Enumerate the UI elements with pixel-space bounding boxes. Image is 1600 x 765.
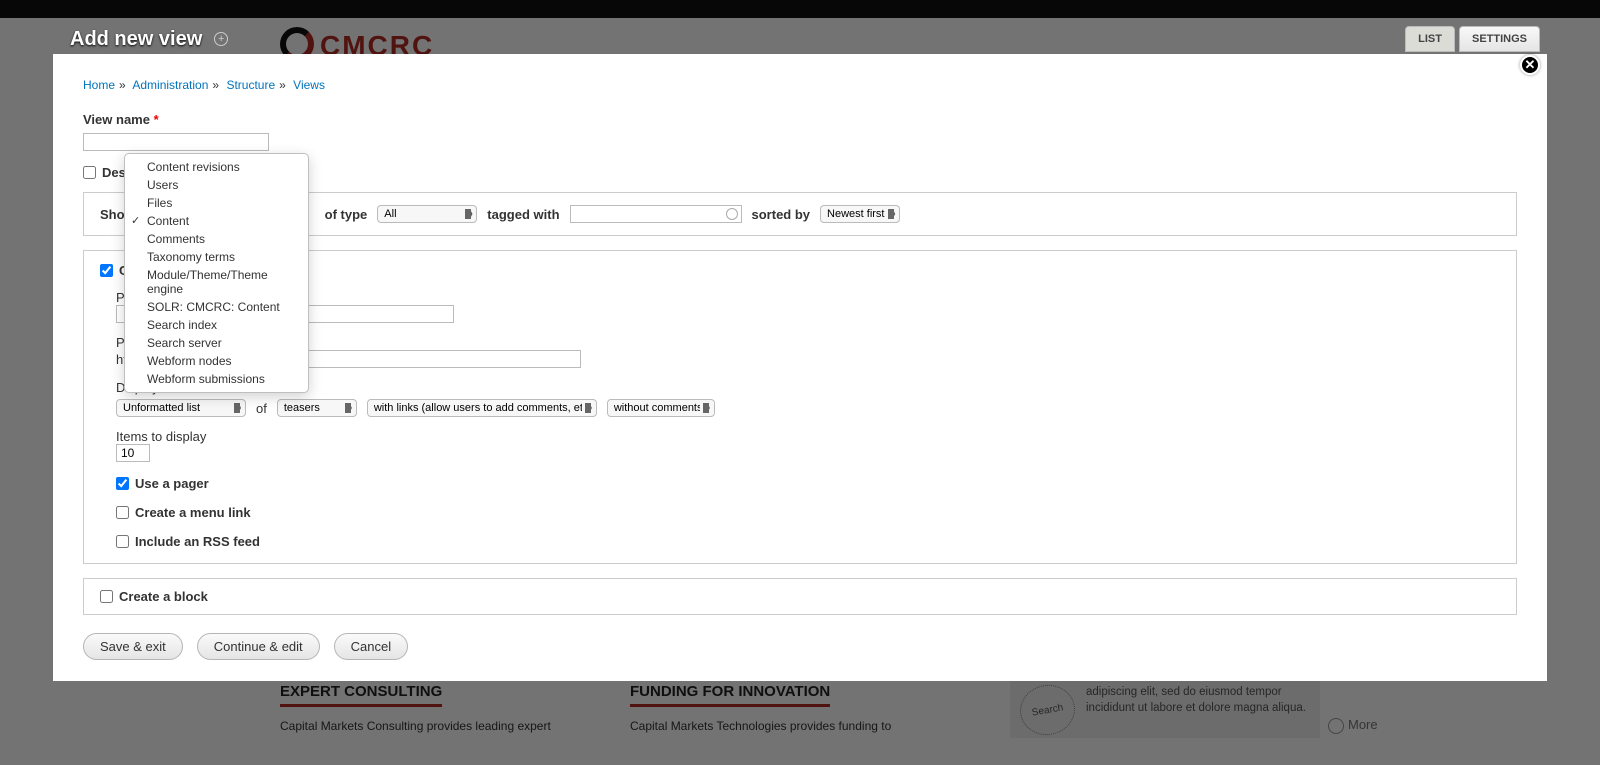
path-label: Path <box>116 335 1500 350</box>
show-option[interactable]: Module/Theme/Theme engine <box>125 266 308 298</box>
breadcrumb-administration[interactable]: Administration <box>132 78 208 92</box>
sorted-by-select[interactable]: Newest first <box>820 205 900 223</box>
use-pager-checkbox[interactable] <box>116 477 129 490</box>
items-input[interactable] <box>116 444 150 462</box>
show-option[interactable]: Webform nodes <box>125 352 308 370</box>
show-select-popup[interactable]: Content revisionsUsersFilesContentCommen… <box>124 153 309 393</box>
breadcrumb-home[interactable]: Home <box>83 78 115 92</box>
cancel-button[interactable]: Cancel <box>334 633 408 660</box>
items-label: Items to display <box>116 429 1500 444</box>
throbber-icon <box>726 208 738 220</box>
overlay-titlebar: Add new view + <box>0 24 1600 54</box>
continue-edit-button[interactable]: Continue & edit <box>197 633 320 660</box>
display-format-label: Display format <box>116 380 1500 395</box>
page-title-label: Page title <box>116 290 1500 305</box>
rss-label: Include an RSS feed <box>135 534 260 549</box>
tagged-with-label: tagged with <box>487 207 559 222</box>
row-style-select[interactable]: teasers <box>277 399 357 417</box>
use-pager-label: Use a pager <box>135 476 209 491</box>
show-option[interactable]: Users <box>125 176 308 194</box>
add-shortcut-icon[interactable]: + <box>214 32 228 46</box>
show-option[interactable]: Content revisions <box>125 158 308 176</box>
menu-link-label: Create a menu link <box>135 505 251 520</box>
links-select[interactable]: with links (allow users to add comments,… <box>367 399 597 417</box>
breadcrumb: Home» Administration» Structure» Views <box>83 78 1517 92</box>
create-page-checkbox[interactable] <box>100 264 113 277</box>
description-checkbox[interactable] <box>83 166 96 179</box>
show-option[interactable]: SOLR: CMCRC: Content <box>125 298 308 316</box>
sorted-by-label: sorted by <box>752 207 811 222</box>
close-icon[interactable]: ✕ <box>1520 55 1540 75</box>
create-block-checkbox[interactable] <box>100 590 113 603</box>
show-option[interactable]: Content <box>125 212 308 230</box>
create-block-fieldset: Create a block <box>83 578 1517 615</box>
comments-select[interactable]: without comments <box>607 399 715 417</box>
tab-list[interactable]: LIST <box>1405 26 1455 52</box>
view-name-label: View name * <box>83 112 1517 127</box>
rss-checkbox[interactable] <box>116 535 129 548</box>
create-block-label: Create a block <box>119 589 208 604</box>
of-label: of <box>256 401 267 416</box>
breadcrumb-structure[interactable]: Structure <box>226 78 275 92</box>
view-name-input[interactable] <box>83 133 269 151</box>
display-format-select[interactable]: Unformatted list <box>116 399 246 417</box>
show-option[interactable]: Webform submissions <box>125 370 308 388</box>
of-type-label: of type <box>325 207 368 222</box>
show-option[interactable]: Taxonomy terms <box>125 248 308 266</box>
show-option[interactable]: Search server <box>125 334 308 352</box>
tab-settings[interactable]: SETTINGS <box>1459 26 1540 52</box>
show-option[interactable]: Comments <box>125 230 308 248</box>
page-title: Add new view <box>70 28 202 51</box>
tagged-with-input[interactable] <box>570 205 742 223</box>
of-type-select[interactable]: All <box>377 205 477 223</box>
show-option[interactable]: Search index <box>125 316 308 334</box>
tab-buttons: LIST SETTINGS <box>1405 26 1540 52</box>
save-exit-button[interactable]: Save & exit <box>83 633 183 660</box>
breadcrumb-views[interactable]: Views <box>293 78 325 92</box>
menu-link-checkbox[interactable] <box>116 506 129 519</box>
show-option[interactable]: Files <box>125 194 308 212</box>
